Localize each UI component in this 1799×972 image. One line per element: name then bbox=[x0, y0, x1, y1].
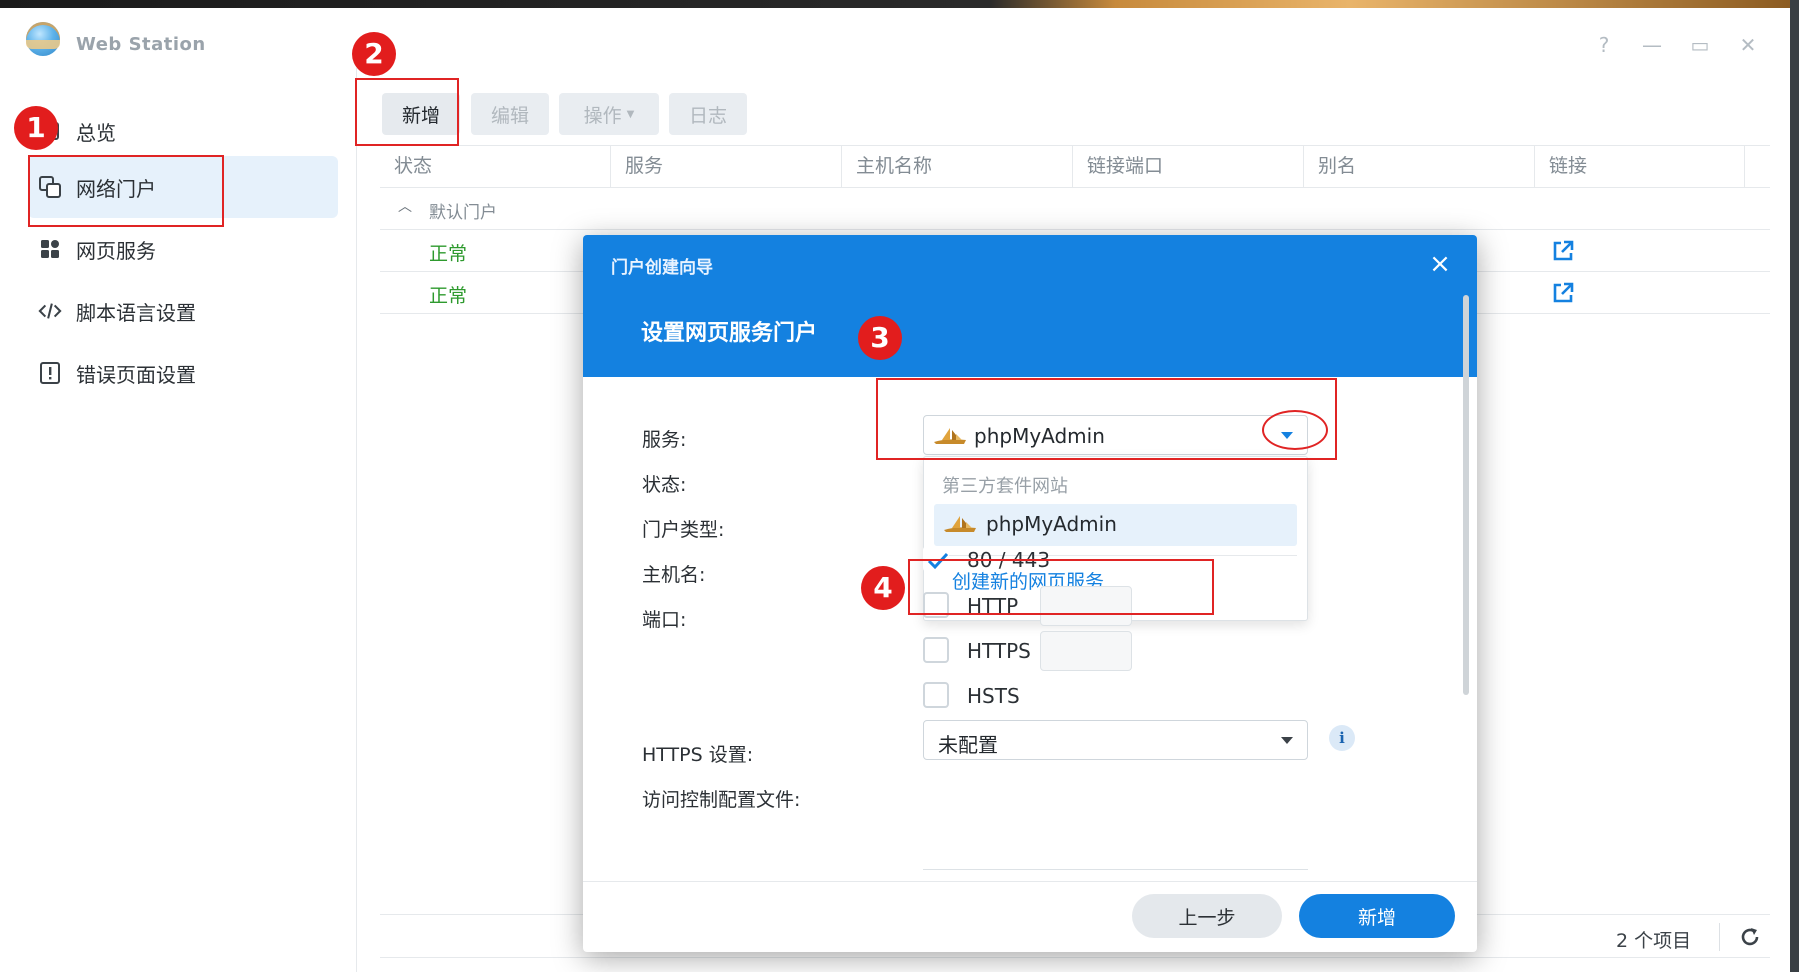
column-header[interactable]: 链接端口 bbox=[1073, 146, 1304, 187]
group-label: 默认门户 bbox=[429, 203, 497, 223]
external-link-icon[interactable] bbox=[1550, 238, 1576, 264]
table-header: 状态 服务 主机名称 链接端口 别名 链接 bbox=[380, 145, 1770, 188]
annotation-box bbox=[355, 78, 459, 146]
service-label: 服务: bbox=[642, 429, 687, 451]
hsts-checkbox[interactable] bbox=[923, 682, 949, 708]
edit-button[interactable]: 编辑 bbox=[471, 93, 549, 135]
phpmyadmin-icon bbox=[944, 516, 976, 532]
dialog-footer: 上一步 新增 bbox=[583, 881, 1477, 952]
sidebar-item-label: 网页服务 bbox=[76, 238, 156, 263]
external-link-icon[interactable] bbox=[1550, 280, 1576, 306]
info-icon[interactable]: i bbox=[1329, 725, 1355, 751]
https-settings-label: HTTPS 设置: bbox=[642, 744, 754, 766]
sidebar-item-error-page[interactable]: 错误页面设置 bbox=[28, 342, 338, 404]
app-title: Web Station bbox=[76, 34, 206, 55]
status-text: 正常 bbox=[429, 285, 468, 307]
code-icon bbox=[38, 299, 62, 323]
status-text: 正常 bbox=[429, 243, 468, 265]
access-profile-value: 未配置 bbox=[938, 733, 998, 757]
help-icon[interactable]: ? bbox=[1589, 30, 1619, 60]
scrollbar[interactable] bbox=[1463, 295, 1469, 695]
title-bar: Web Station ? — ▭ ✕ bbox=[0, 8, 1790, 68]
action-label: 操作 bbox=[583, 104, 622, 127]
annotation-marker: 3 bbox=[858, 316, 902, 360]
sidebar-item-overview[interactable]: 总览 bbox=[28, 100, 338, 162]
chevron-down-icon: ▼ bbox=[626, 108, 635, 120]
action-dropdown-button[interactable]: 操作 ▼ bbox=[559, 93, 659, 135]
annotation-marker: 1 bbox=[14, 106, 58, 150]
dropdown-option[interactable]: phpMyAdmin bbox=[934, 504, 1297, 546]
desktop-edge bbox=[1790, 0, 1799, 972]
web-station-window: Web Station ? — ▭ ✕ 总览 网络门户 网页服务 脚本语言设置 … bbox=[0, 8, 1790, 972]
dropdown-group-label: 第三方套件网站 bbox=[942, 476, 1068, 497]
annotation-box bbox=[28, 155, 224, 227]
partial-field bbox=[923, 869, 1308, 875]
chevron-up-icon[interactable]: ︿ bbox=[398, 196, 412, 216]
https-port-input[interactable] bbox=[1040, 631, 1132, 671]
dialog-caption: 门户创建向导 bbox=[611, 258, 713, 278]
column-header[interactable]: 链接 bbox=[1535, 146, 1745, 187]
desktop-background bbox=[0, 0, 1799, 8]
close-icon[interactable]: × bbox=[1425, 249, 1455, 279]
dialog-header: 门户创建向导 × 设置网页服务门户 bbox=[583, 235, 1477, 377]
dialog-heading: 设置网页服务门户 bbox=[641, 321, 818, 346]
sidebar-item-web-service[interactable]: 网页服务 bbox=[28, 218, 338, 280]
add-confirm-button[interactable]: 新增 bbox=[1299, 894, 1455, 938]
logo-band bbox=[26, 40, 60, 49]
item-count: 2 个项目 bbox=[1616, 930, 1692, 952]
sidebar-item-script-language[interactable]: 脚本语言设置 bbox=[28, 280, 338, 342]
group-row[interactable]: ︿ 默认门户 bbox=[380, 188, 1770, 230]
annotation-oval bbox=[1262, 410, 1328, 450]
log-button[interactable]: 日志 bbox=[669, 93, 747, 135]
divider bbox=[1719, 923, 1720, 951]
chevron-down-icon[interactable] bbox=[1281, 737, 1293, 744]
annotation-box bbox=[908, 559, 1214, 615]
web-station-logo-icon bbox=[26, 22, 60, 56]
hsts-label: HSTS bbox=[967, 684, 1020, 708]
port-label: 端口: bbox=[642, 609, 687, 631]
https-label: HTTPS bbox=[967, 639, 1031, 663]
status-label: 状态: bbox=[642, 474, 687, 496]
back-button[interactable]: 上一步 bbox=[1132, 894, 1282, 938]
sidebar-item-label: 错误页面设置 bbox=[76, 362, 196, 387]
portal-type-label: 门户类型: bbox=[642, 519, 725, 541]
access-profile-select[interactable]: 未配置 bbox=[923, 720, 1308, 760]
https-checkbox[interactable] bbox=[923, 637, 949, 663]
column-header[interactable]: 状态 bbox=[380, 146, 611, 187]
hostname-label: 主机名: bbox=[642, 564, 706, 586]
column-header[interactable]: 主机名称 bbox=[842, 146, 1073, 187]
sidebar-item-label: 总览 bbox=[76, 120, 116, 145]
minimize-icon[interactable]: — bbox=[1637, 30, 1667, 60]
column-header[interactable]: 服务 bbox=[611, 146, 842, 187]
sidebar-item-label: 脚本语言设置 bbox=[76, 300, 196, 325]
refresh-icon[interactable] bbox=[1738, 925, 1762, 949]
access-profile-label: 访问控制配置文件: bbox=[642, 789, 801, 811]
alert-icon bbox=[38, 361, 62, 385]
grid-icon bbox=[38, 237, 62, 261]
dropdown-option-label: phpMyAdmin bbox=[986, 512, 1117, 536]
close-icon[interactable]: ✕ bbox=[1733, 30, 1763, 60]
column-header[interactable]: 别名 bbox=[1304, 146, 1535, 187]
annotation-marker: 2 bbox=[352, 32, 396, 76]
annotation-marker: 4 bbox=[861, 566, 905, 610]
maximize-icon[interactable]: ▭ bbox=[1685, 30, 1715, 60]
